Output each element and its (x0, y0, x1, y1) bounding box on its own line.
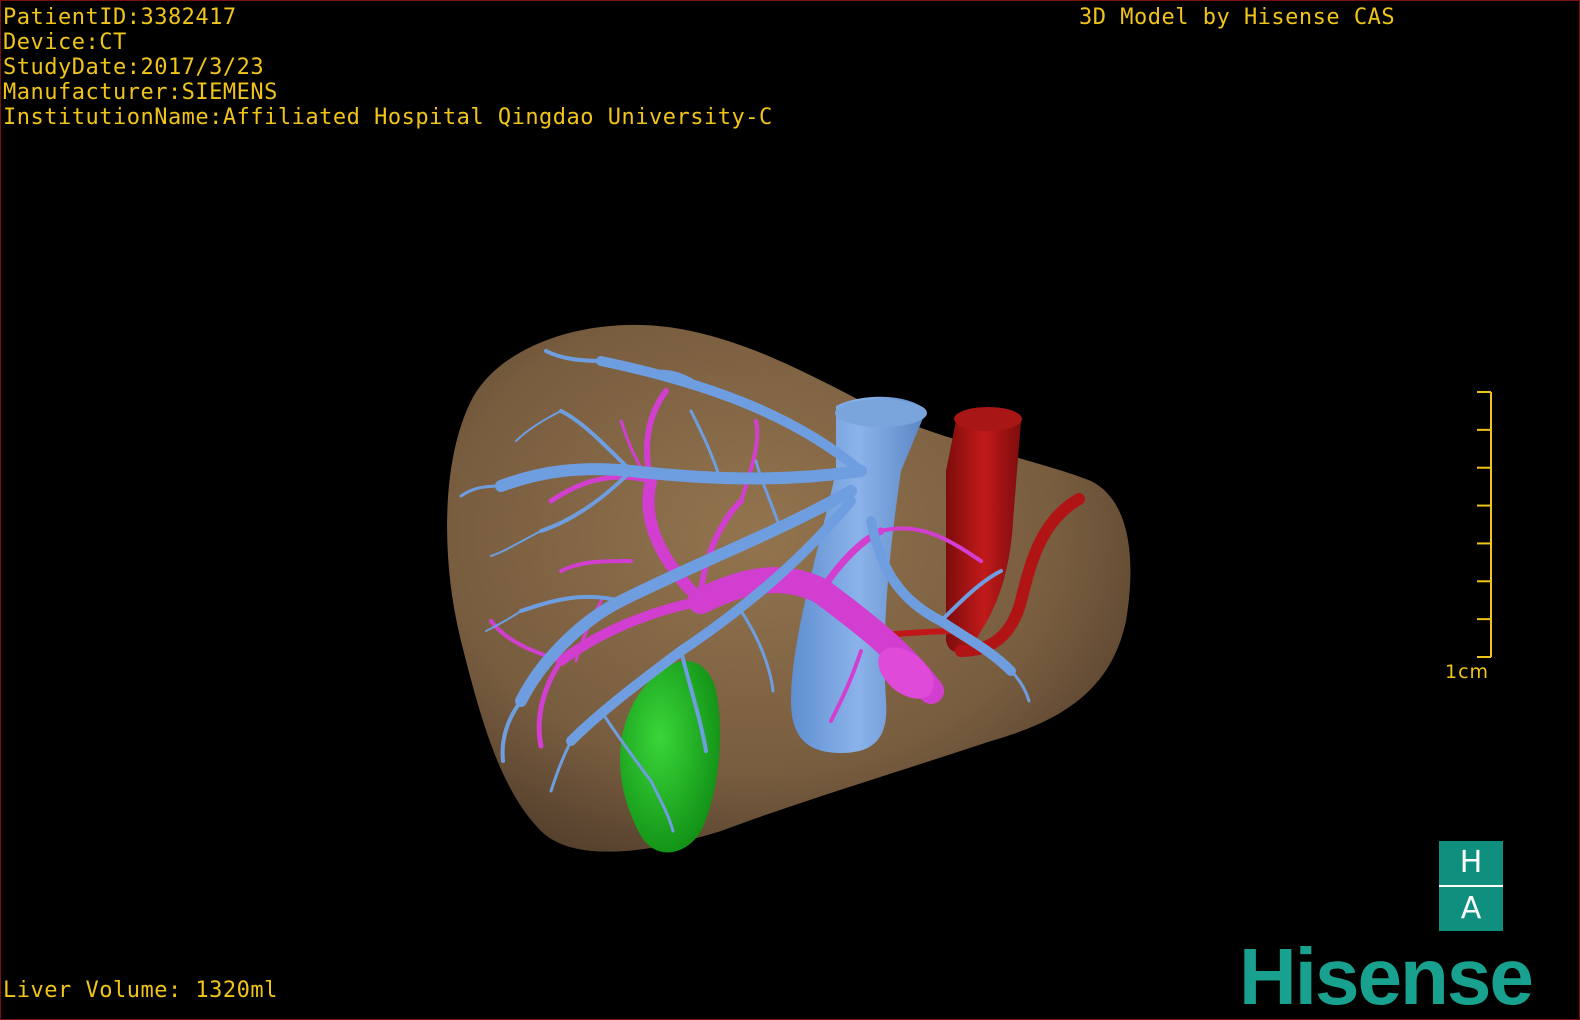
manufacturer-text: Manufacturer:SIEMENS (3, 80, 278, 105)
ha-logo: H A (1439, 841, 1503, 931)
institution-text: InstitutionName:Affiliated Hospital Qing… (3, 105, 773, 130)
aorta-top (954, 407, 1022, 431)
scale-bar (1477, 391, 1492, 658)
liver-volume-text: Liver Volume: 1320ml (3, 978, 278, 1003)
ha-logo-bottom-letter: A (1460, 891, 1482, 926)
liver-3d-model[interactable] (1, 1, 1579, 1019)
scale-label: 1cm (1445, 661, 1490, 683)
ha-logo-top-letter: H (1459, 845, 1483, 880)
device-text: Device:CT (3, 30, 127, 55)
ivc-top (835, 399, 927, 427)
3d-render-viewport[interactable]: PatientID:3382417 Device:CT StudyDate:20… (0, 0, 1580, 1020)
hisense-brand-logo: Hisense (1239, 932, 1534, 1020)
patient-id-text: PatientID:3382417 (3, 5, 237, 30)
model-credit-text: 3D Model by Hisense CAS (1079, 5, 1396, 30)
patient-info-overlay: PatientID:3382417 Device:CT StudyDate:20… (3, 5, 773, 130)
study-date-text: StudyDate:2017/3/23 (3, 55, 265, 80)
